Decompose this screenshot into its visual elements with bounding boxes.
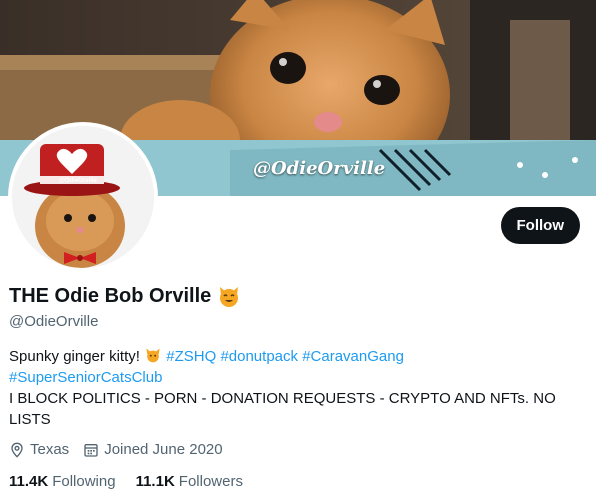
hashtag-superseniorcatsclub-link[interactable]: #SuperSeniorCatsClub: [9, 369, 162, 386]
location-text: Texas: [30, 441, 70, 458]
avatar-photo: [12, 126, 154, 268]
followers-link[interactable]: 11.1K Followers: [136, 473, 243, 490]
followers-label: Followers: [178, 473, 243, 490]
calendar-icon: [84, 443, 98, 457]
hashtag-donutpack-link[interactable]: #donutpack: [220, 348, 298, 365]
joined-item: Joined June 2020: [83, 441, 223, 458]
bio-line-1: Spunky ginger kitty! #ZSHQ #donutpack #C…: [9, 346, 589, 367]
profile-meta: Texas Joined June 2020: [9, 441, 233, 458]
bio-intro: Spunky ginger kitty!: [9, 348, 140, 365]
followers-count: 11.1K: [135, 473, 175, 490]
profile-name: THE Odie Bob Orville: [9, 284, 241, 308]
smiling-cat-emoji-icon: [217, 284, 241, 308]
following-count: 11.4K: [9, 473, 49, 490]
profile-avatar[interactable]: @OdieOrville: [8, 122, 158, 272]
display-name: THE Odie Bob Orville: [9, 284, 212, 307]
bio-line-4: LISTS: [9, 411, 51, 428]
avatar-hat-text: @OdieOrville: [59, 178, 97, 184]
following-link[interactable]: 11.4K Following: [9, 473, 116, 490]
hashtag-caravangang-link[interactable]: #CaravanGang: [302, 348, 404, 365]
following-label: Following: [52, 473, 116, 490]
profile-stats: 11.4K Following 11.1K Followers: [9, 473, 243, 490]
profile-bio: Spunky ginger kitty! #ZSHQ #donutpack #C…: [9, 346, 589, 430]
hashtag-zshq-link[interactable]: #ZSHQ: [166, 348, 216, 365]
bio-line-2: #SuperSeniorCatsClub: [9, 367, 589, 388]
banner-caption: @OdieOrville: [253, 158, 386, 179]
cat-emoji-icon: [144, 348, 166, 365]
bio-line-3: I BLOCK POLITICS - PORN - DONATION REQUE…: [9, 390, 556, 407]
location-pin-icon: [11, 442, 23, 458]
follow-button[interactable]: Follow: [500, 207, 580, 244]
joined-text: Joined June 2020: [104, 441, 223, 458]
profile-handle: @OdieOrville: [9, 313, 99, 330]
location-item: Texas: [9, 441, 69, 458]
